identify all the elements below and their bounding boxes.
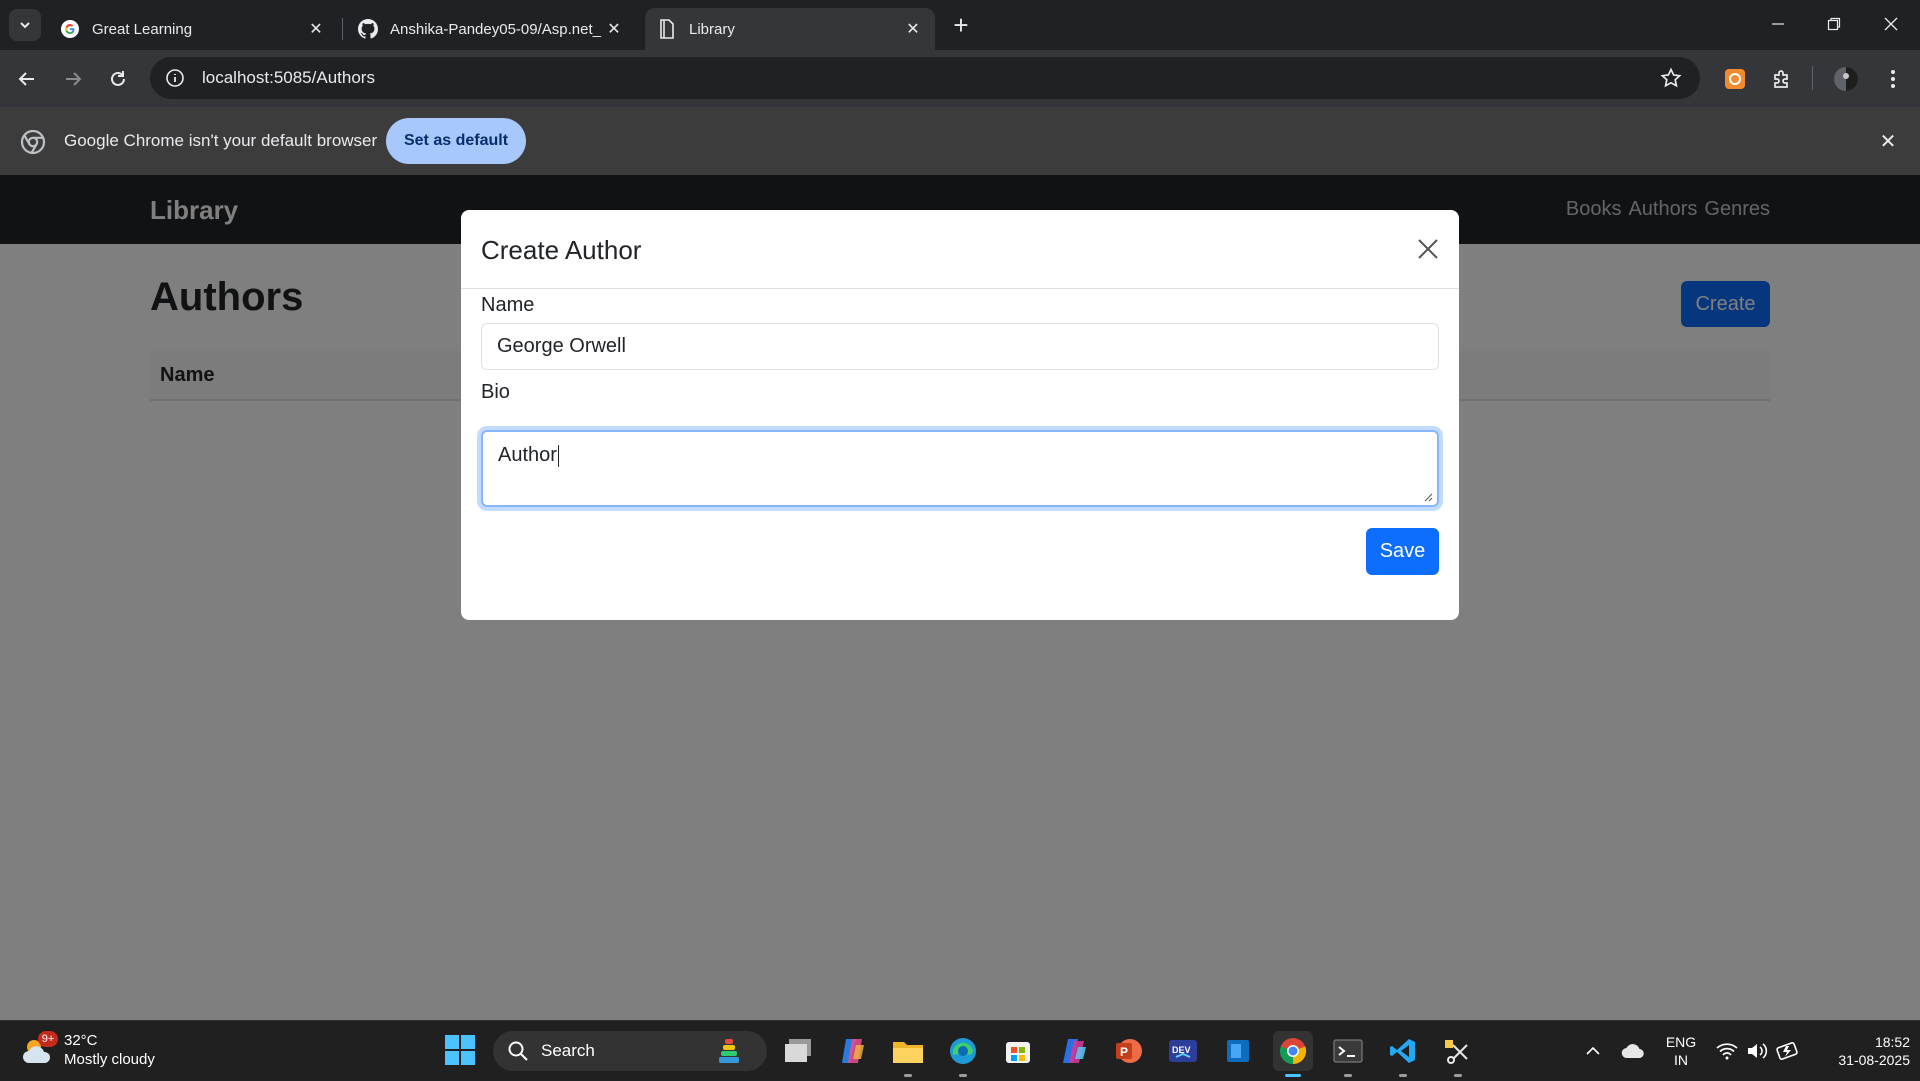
- windows-taskbar: 9+ 32°C Mostly cloudy Search P DEV ENG I…: [0, 1020, 1920, 1080]
- powerpoint-icon[interactable]: P: [1108, 1031, 1148, 1071]
- vscode-icon[interactable]: [1383, 1031, 1423, 1077]
- tab-github[interactable]: Anshika-Pandey05-09/Asp.net_ ✕: [346, 8, 636, 50]
- name-field[interactable]: George Orwell: [481, 323, 1439, 370]
- battery-icon[interactable]: [1773, 1021, 1803, 1081]
- tab-great-learning[interactable]: Great Learning ✕: [48, 8, 338, 50]
- site-info-icon[interactable]: [160, 63, 190, 93]
- bio-label: Bio: [481, 381, 510, 403]
- clock-date: 31-08-2025: [1838, 1052, 1910, 1068]
- system-clock[interactable]: 18:52 31-08-2025: [1810, 1033, 1910, 1069]
- name-label: Name: [481, 294, 535, 316]
- close-icon[interactable]: ✕: [604, 19, 624, 39]
- modal-title: Create Author: [481, 235, 642, 265]
- tab-library[interactable]: Library ✕: [645, 8, 935, 50]
- tab-title: Great Learning: [92, 20, 193, 38]
- copilot-icon[interactable]: [833, 1031, 873, 1071]
- extensions-puzzle-icon[interactable]: [1765, 62, 1799, 96]
- modal-header: Create Author: [461, 210, 1459, 289]
- notification-badge: 9+: [38, 1031, 58, 1047]
- snipping-tool-icon[interactable]: [1438, 1031, 1478, 1077]
- browser-toolbar: localhost:5085/Authors: [0, 50, 1920, 107]
- minimize-button[interactable]: [1749, 0, 1807, 48]
- tab-search-button[interactable]: [9, 9, 41, 41]
- bio-textarea[interactable]: Author: [481, 430, 1439, 507]
- infobar-message: Google Chrome isn't your default browser: [64, 131, 378, 150]
- svg-text:DEV: DEV: [1172, 1045, 1191, 1055]
- extension-orange-icon[interactable]: [1718, 62, 1752, 96]
- devhome-icon[interactable]: DEV: [1163, 1031, 1203, 1071]
- wifi-icon[interactable]: [1713, 1021, 1741, 1081]
- google-icon: [60, 19, 80, 39]
- search-highlight-icon: [719, 1039, 739, 1063]
- restore-icon: [1827, 17, 1841, 31]
- set-as-default-button[interactable]: Set as default: [386, 118, 526, 164]
- close-icon[interactable]: [1411, 232, 1445, 266]
- language-line-2: IN: [1674, 1052, 1688, 1068]
- file-explorer-icon[interactable]: [888, 1031, 928, 1077]
- language-indicator[interactable]: ENG IN: [1660, 1033, 1702, 1069]
- blue-app-icon[interactable]: [1218, 1031, 1258, 1071]
- name-value: George Orwell: [497, 335, 626, 357]
- search-icon: [508, 1041, 528, 1061]
- onedrive-cloud-icon[interactable]: [1618, 1021, 1648, 1081]
- minimize-icon: [1772, 23, 1784, 25]
- new-tab-button[interactable]: +: [946, 10, 976, 40]
- weather-temp: 32°C: [64, 1032, 98, 1049]
- taskbar-search[interactable]: Search: [493, 1031, 767, 1071]
- save-button[interactable]: Save: [1366, 528, 1439, 575]
- profile-avatar[interactable]: [1829, 62, 1863, 96]
- language-line-1: ENG: [1665, 1034, 1697, 1050]
- close-icon[interactable]: ✕: [1876, 129, 1900, 153]
- store-icon[interactable]: [998, 1031, 1038, 1071]
- arrow-right-icon: [66, 72, 82, 86]
- chrome-icon[interactable]: [1273, 1031, 1313, 1077]
- chevron-down-icon: [20, 22, 30, 29]
- m365-icon[interactable]: [1053, 1031, 1093, 1071]
- back-button[interactable]: [10, 62, 44, 96]
- tab-separator: [342, 18, 343, 40]
- github-icon: [358, 19, 378, 39]
- restore-button[interactable]: [1805, 0, 1863, 48]
- address-bar[interactable]: localhost:5085/Authors: [150, 57, 1700, 99]
- toolbar-divider: [1812, 66, 1813, 90]
- file-manager-icon[interactable]: [778, 1031, 818, 1071]
- default-browser-infobar: Google Chrome isn't your default browser…: [0, 107, 1920, 175]
- text-caret: [557, 444, 559, 467]
- chrome-icon: [20, 129, 46, 155]
- resize-handle-icon[interactable]: [1423, 492, 1433, 502]
- weather-widget[interactable]: 9+ 32°C Mostly cloudy: [20, 1031, 170, 1071]
- svg-text:P: P: [1120, 1045, 1128, 1059]
- weather-condition: Mostly cloudy: [64, 1051, 155, 1068]
- tab-title: Anshika-Pandey05-09/Asp.net_: [390, 20, 601, 38]
- url-text: localhost:5085/Authors: [202, 68, 375, 87]
- bio-value: Author: [498, 444, 557, 466]
- clock-time: 18:52: [1874, 1034, 1910, 1050]
- tab-title: Library: [689, 20, 735, 38]
- terminal-icon[interactable]: [1328, 1031, 1368, 1077]
- close-icon[interactable]: ✕: [306, 19, 326, 39]
- close-window-button[interactable]: [1862, 0, 1920, 48]
- forward-button[interactable]: [56, 62, 90, 96]
- bookmark-star-icon[interactable]: [1658, 65, 1684, 91]
- reload-icon: [111, 71, 125, 86]
- document-icon: [657, 19, 677, 39]
- menu-kebab-icon[interactable]: [1876, 62, 1910, 96]
- edge-icon[interactable]: [943, 1031, 983, 1077]
- chevron-up-icon[interactable]: [1578, 1021, 1608, 1081]
- volume-icon[interactable]: [1743, 1021, 1771, 1081]
- arrow-left-icon: [18, 72, 34, 86]
- reload-button[interactable]: [101, 62, 135, 96]
- close-icon[interactable]: ✕: [903, 19, 923, 39]
- close-icon: [1884, 17, 1898, 31]
- tab-strip: Great Learning ✕ Anshika-Pandey05-09/Asp…: [0, 0, 1920, 50]
- create-author-modal: Create Author Name George Orwell Bio Aut…: [461, 210, 1459, 620]
- web-page: Library Books Authors Genres Authors Cre…: [0, 175, 1920, 1020]
- search-label: Search: [541, 1041, 595, 1060]
- windows-start-icon[interactable]: [444, 1034, 476, 1066]
